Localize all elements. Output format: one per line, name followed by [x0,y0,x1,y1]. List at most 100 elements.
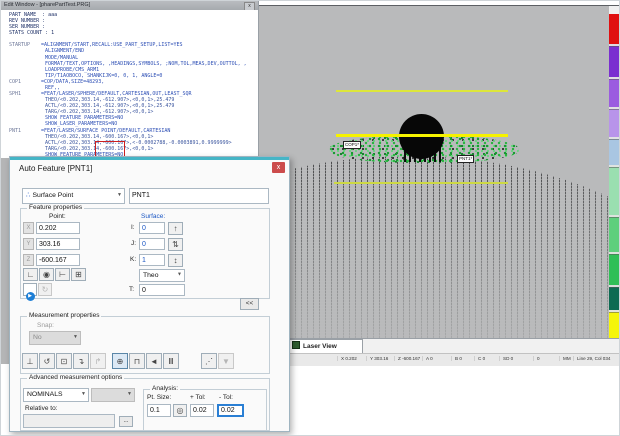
z-value-input[interactable]: -600.167 [36,254,80,266]
flip-vector-button[interactable]: ↑ [168,222,183,235]
feature-properties-group: Feature properties Point: X 0.202 Y 303.… [20,208,270,299]
x-axis-button[interactable]: X [23,222,34,234]
status-item: SD 0 [499,356,513,361]
snap-dropdown[interactable]: No ▼ [29,331,81,345]
pcdmis-screen: Edit Window - [pharePartTest.PRG] x PART… [0,0,620,436]
pt-size-input[interactable]: 0.1 [147,404,171,417]
colorbar-segment [609,77,620,107]
point-size-zoom-button[interactable]: ◎ [173,404,187,417]
colorbar-segment [609,14,620,44]
snap-label: Snap: [37,322,54,329]
colorbar-segment [609,137,620,165]
probe-depth-button[interactable]: ⊥ [22,353,38,369]
edit-window-title: Edit Window - [pharePartTest.PRG] [4,2,90,8]
advanced-options-group: Advanced measurement options NOMINALS ▼ … [20,378,270,431]
edge-point-button[interactable]: ◄ [146,353,162,369]
relative-to-input[interactable] [23,414,115,428]
dialog-close-icon[interactable]: x [272,162,285,173]
axes-button[interactable]: ∟ [23,268,38,281]
swap-vector-button[interactable]: ⇅ [168,238,183,251]
secondary-mode-dropdown[interactable]: ▼ [91,388,135,402]
status-item: Y 303.16 [366,356,388,361]
vector-mode-dropdown[interactable]: Theo ▼ [139,269,185,282]
crosshair-target-icon: ⊕ [117,357,124,366]
k-value-input[interactable]: 1 [139,254,165,266]
status-item: A 0 [422,356,433,361]
rerun-button[interactable]: ↻ [38,283,52,296]
dialog-accent-bar [10,157,289,160]
find-nominals-button[interactable]: ◉ [39,268,54,281]
program-code-area[interactable]: PART NAME : aaaREV NUMBER :SER NUMBER :S… [1,10,258,161]
cop1-feature-label: COP1* [343,141,361,149]
laser-view-tab-icon [292,341,300,349]
status-item: MM [559,356,571,361]
crosshair-target-button[interactable]: ⊕ [112,353,128,369]
rotate-button[interactable]: ↺ [39,353,55,369]
y-value-input[interactable]: 303.16 [36,238,80,250]
analysis-group: Analysis: Pt. Size: + Tol: - Tol: 0.1 ◎ … [143,389,267,431]
grid-icon: ⊞ [75,270,82,279]
laser-view-canvas[interactable]: COP1* PNT1* [259,5,609,339]
grid-button[interactable]: ⊞ [71,268,86,281]
pointcloud-fade [259,6,609,339]
status-item: X 0.202 [337,356,357,361]
axes-icon: ∟ [27,270,35,279]
normalize-vector-button[interactable]: ↕ [168,254,183,267]
x-value-input[interactable]: 0.202 [36,222,80,234]
colorbar-segment [609,215,620,252]
measurement-properties-group: Measurement properties Snap: No ▼ ⊥↺⊡↴↱⊕… [20,316,270,374]
point-on-line-button[interactable]: ⊢ [55,268,70,281]
laser-scanline-low [334,182,508,184]
chevron-down-icon: ▼ [73,331,78,343]
test-button[interactable]: ▶ [23,283,37,296]
flat-point-button[interactable]: ⊓ [129,353,145,369]
edge-point-icon: ◄ [150,357,158,366]
point-on-line-icon: ⊢ [59,270,66,279]
feature-type-dropdown[interactable]: ∴Surface Point ▼ [22,188,125,204]
colorbar-segment [609,44,620,77]
j-value-input[interactable]: 0 [139,238,165,250]
j-label: J: [131,240,136,247]
pnt1-feature-label: PNT1* [457,155,474,163]
code-text: FORMAT/TEXT,OPTIONS, ,HEADINGS,SYMBOLS, … [45,61,247,67]
code-feature-label: SPH1 [9,91,21,97]
pierce-point-button[interactable]: ⋰ [201,353,217,369]
i-value-input[interactable]: 0 [139,222,165,234]
plus-tol-input[interactable]: 0.02 [190,404,214,417]
path-up-icon: ↱ [95,357,102,366]
path-down-button[interactable]: ↴ [73,353,89,369]
colorbar-segment [609,6,620,14]
z-axis-button[interactable]: Z [23,254,34,266]
browse-button[interactable]: ... [119,416,133,427]
surface-point-icon: ∴ [26,192,30,199]
collapse-button[interactable]: << [240,298,259,310]
scan-lines-button[interactable]: Ⅲ [163,353,179,369]
filter-button[interactable]: ▼ [218,353,234,369]
code-feature-label: PNT1 [9,128,21,134]
plus-tol-label: + Tol: [190,394,206,401]
minus-tol-input[interactable]: 0.02 [217,404,244,417]
chevron-down-icon: ▼ [177,269,182,280]
y-axis-button[interactable]: Y [23,238,34,250]
status-item: 0 [533,356,540,361]
tab-laser-view[interactable]: Laser View [287,339,363,354]
status-item: Line 29, Col 034 [573,356,610,361]
code-text: TARG/<0.202,303.14,-612.907>,<0,0,1> [45,109,153,115]
feature-name-input[interactable]: PNT1 [129,188,269,204]
nominals-mode-dropdown[interactable]: NOMINALS ▼ [23,388,89,402]
k-label: K: [130,256,136,263]
rotate-icon: ↺ [44,357,51,366]
relative-to-label: Relative to: [25,405,58,412]
i-label: I: [131,224,135,231]
edit-window: Edit Window - [pharePartTest.PRG] x PART… [1,1,259,161]
box-select-button[interactable]: ⊡ [56,353,72,369]
edit-window-titlebar[interactable]: Edit Window - [pharePartTest.PRG] [1,1,258,10]
t-value-input[interactable]: 0 [139,284,185,296]
advanced-options-label: Advanced measurement options [27,374,124,381]
box-select-icon: ⊡ [61,357,68,366]
auto-feature-dialog: Auto Feature [PNT1] x ∴Surface Point ▼ P… [9,156,290,432]
path-down-icon: ↴ [78,357,85,366]
test-play-icon: ▶ [26,292,35,301]
surface-label: Surface: [141,213,165,220]
path-up-button[interactable]: ↱ [90,353,106,369]
